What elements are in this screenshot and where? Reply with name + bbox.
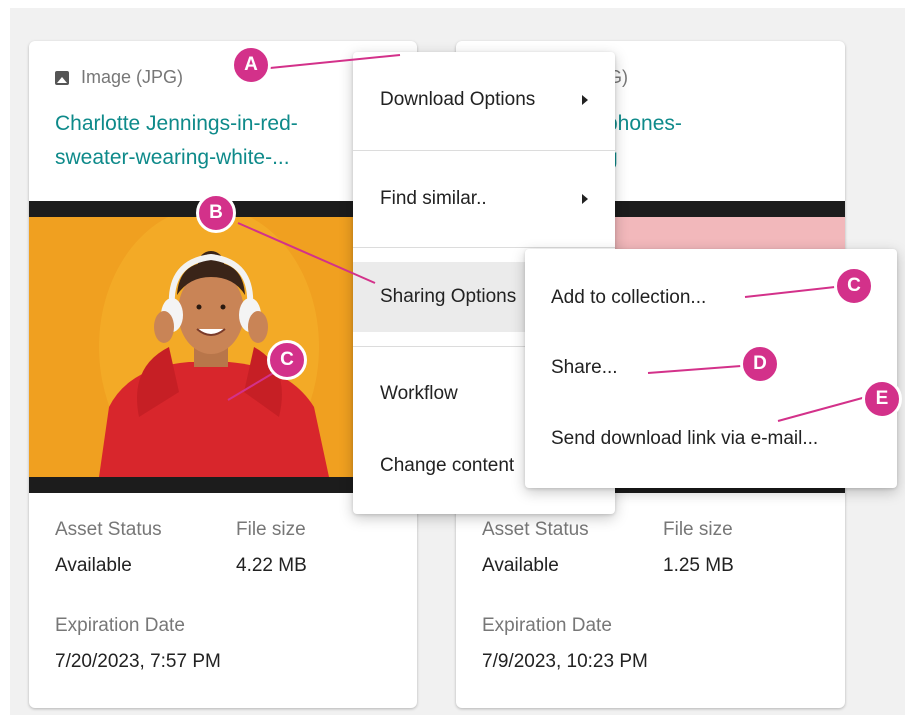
callout-line-d <box>647 365 742 374</box>
callout-line-c-image <box>227 371 276 401</box>
callout-line-e <box>777 396 867 422</box>
callout-badge-e: E <box>862 379 902 419</box>
callout-badge-b: B <box>196 193 236 233</box>
callout-badge-d: D <box>740 344 780 384</box>
callout-line-a <box>269 54 401 69</box>
callout-line-c-menu <box>744 286 836 298</box>
callout-badge-a: A <box>231 45 271 85</box>
callout-line-b <box>237 222 376 284</box>
callout-badge-c-image: C <box>267 340 307 380</box>
callout-badge-c-menu: C <box>834 266 874 306</box>
